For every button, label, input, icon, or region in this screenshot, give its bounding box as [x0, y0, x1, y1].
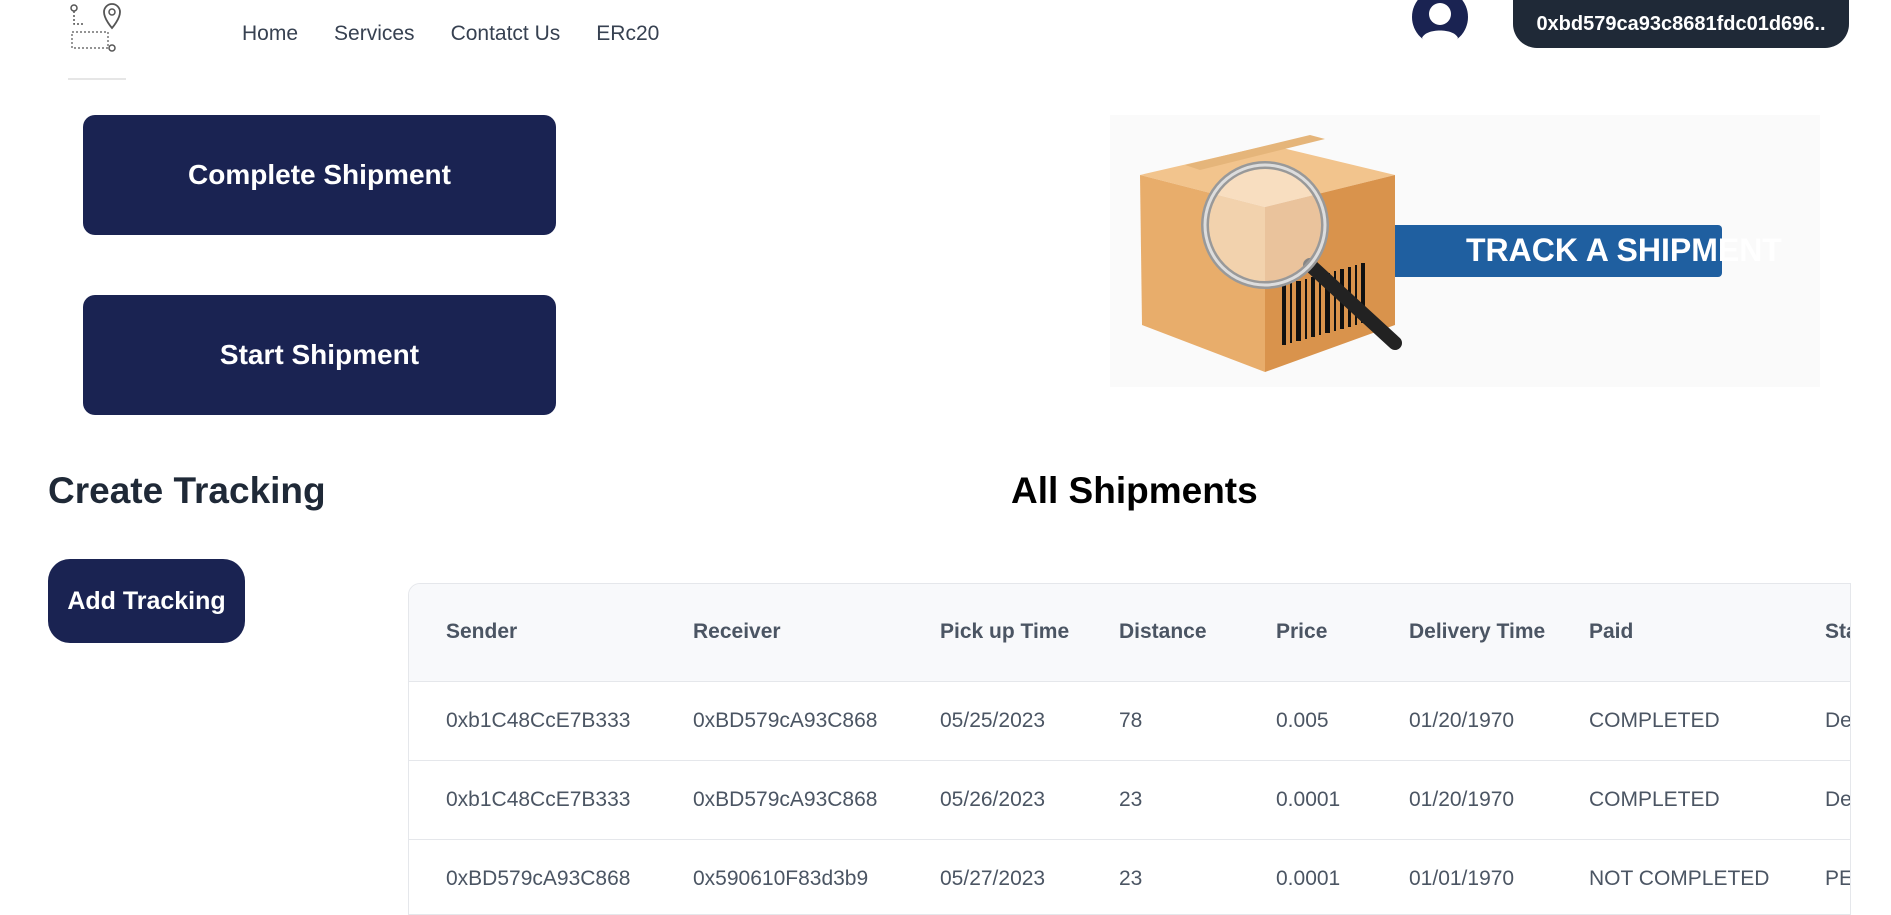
- cell-delivery-time: 01/20/1970: [1409, 708, 1515, 732]
- cell-distance: 78: [1119, 708, 1143, 732]
- cell-delivery-time: 01/20/1970: [1409, 787, 1515, 811]
- cell-pickup-time: 05/27/2023: [940, 866, 1046, 890]
- nav-erc20[interactable]: ERc20: [596, 22, 659, 46]
- table-header-row: Sender Receiver Pick up Time Distance Pr…: [409, 584, 1850, 681]
- cell-receiver: 0xBD579cA93C868: [693, 708, 878, 732]
- column-header-pickup-time: Pick up Time: [940, 620, 1070, 644]
- column-header-distance: Distance: [1119, 620, 1207, 644]
- banner-text: TRACK A SHIPMENT: [1466, 232, 1782, 268]
- cell-status: De: [1825, 787, 1851, 811]
- cell-price: 0.0001: [1276, 787, 1341, 811]
- create-tracking-heading: Create Tracking: [48, 470, 326, 511]
- cell-sender: 0xb1C48CcE7B333: [446, 708, 631, 732]
- cell-delivery-time: 01/01/1970: [1409, 866, 1515, 890]
- track-shipment-image: TRACK A SHIPMENT: [1110, 115, 1820, 387]
- nav-home[interactable]: Home: [242, 22, 298, 46]
- column-header-receiver: Receiver: [693, 620, 781, 644]
- table-row[interactable]: 0xb1C48CcE7B333 0xBD579cA93C868 05/26/20…: [409, 760, 1851, 839]
- nav-services[interactable]: Services: [334, 22, 415, 46]
- table-row[interactable]: 0xb1C48CcE7B333 0xBD579cA93C868 05/25/20…: [409, 681, 1851, 760]
- column-header-sender: Sender: [446, 620, 518, 644]
- cell-price: 0.0001: [1276, 866, 1341, 890]
- main-nav: Home Services Contatct Us ERc20: [242, 22, 659, 46]
- cell-sender: 0xBD579cA93C868: [446, 866, 631, 890]
- cell-paid: COMPLETED: [1589, 708, 1720, 732]
- column-header-paid: Paid: [1589, 620, 1634, 644]
- cell-price: 0.005: [1276, 708, 1329, 732]
- cell-distance: 23: [1119, 787, 1143, 811]
- add-tracking-button[interactable]: Add Tracking: [48, 559, 245, 643]
- nav-contact[interactable]: Contatct Us: [451, 22, 561, 46]
- column-header-price: Price: [1276, 620, 1328, 644]
- table-row[interactable]: 0xBD579cA93C868 0x590610F83d3b9 05/27/20…: [409, 839, 1851, 914]
- user-avatar-icon[interactable]: [1411, 0, 1469, 48]
- cell-status: PE: [1825, 866, 1851, 890]
- cell-paid: COMPLETED: [1589, 787, 1720, 811]
- cell-distance: 23: [1119, 866, 1143, 890]
- column-header-delivery-time: Delivery Time: [1409, 620, 1546, 644]
- cell-receiver: 0x590610F83d3b9: [693, 866, 869, 890]
- shipments-table: Sender Receiver Pick up Time Distance Pr…: [408, 583, 1851, 915]
- route-logo-icon[interactable]: [68, 0, 128, 80]
- cell-pickup-time: 05/25/2023: [940, 708, 1046, 732]
- cell-receiver: 0xBD579cA93C868: [693, 787, 878, 811]
- complete-shipment-button[interactable]: Complete Shipment: [83, 115, 556, 235]
- column-header-status: Sta: [1825, 620, 1850, 644]
- cell-status: De: [1825, 708, 1851, 732]
- cell-pickup-time: 05/26/2023: [940, 787, 1046, 811]
- cell-sender: 0xb1C48CcE7B333: [446, 787, 631, 811]
- cell-paid: NOT COMPLETED: [1589, 866, 1770, 890]
- start-shipment-button[interactable]: Start Shipment: [83, 295, 556, 415]
- wallet-address-button[interactable]: 0xbd579ca93c8681fdc01d696..: [1513, 0, 1849, 48]
- all-shipments-heading: All Shipments: [1011, 470, 1258, 511]
